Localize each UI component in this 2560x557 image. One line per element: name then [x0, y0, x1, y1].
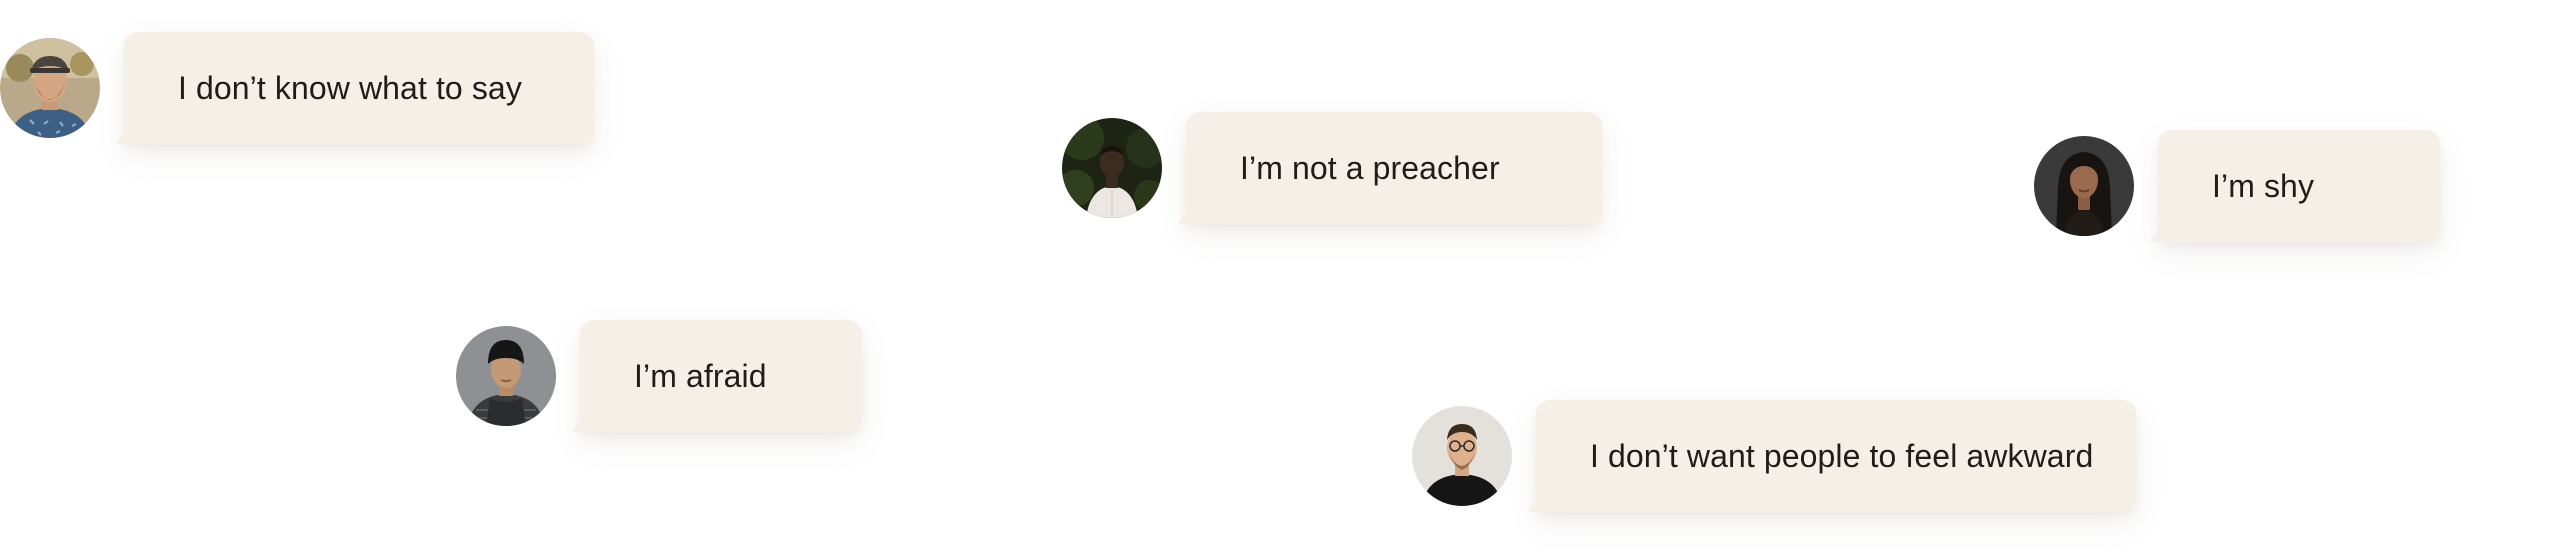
message-item: I’m afraid	[456, 320, 862, 432]
message-bubble: I don’t know what to say	[124, 32, 594, 144]
message-text: I don’t know what to say	[178, 69, 522, 106]
message-bubbles-scene: I don’t know what to say I’m not a preac…	[0, 0, 2560, 557]
man-with-beanie-avatar	[456, 326, 556, 426]
message-text: I’m not a preacher	[1240, 149, 1500, 186]
message-text: I’m shy	[2212, 167, 2315, 204]
message-bubble: I’m shy	[2158, 130, 2440, 242]
message-text: I don’t want people to feel awkward	[1590, 437, 2094, 474]
man-with-glasses-avatar	[1412, 406, 1512, 506]
message-item: I’m not a preacher	[1062, 112, 1602, 224]
message-bubble: I’m not a preacher	[1186, 112, 1602, 224]
message-item: I don’t want people to feel awkward	[1412, 400, 2136, 512]
message-bubble: I’m afraid	[580, 320, 862, 432]
woman-long-hair-avatar	[2034, 136, 2134, 236]
message-bubble: I don’t want people to feel awkward	[1536, 400, 2136, 512]
message-text: I’m afraid	[634, 357, 767, 394]
man-with-cap-avatar	[0, 38, 100, 138]
message-item: I don’t know what to say	[0, 32, 594, 144]
message-item: I’m shy	[2034, 130, 2440, 242]
man-dark-background-avatar	[1062, 118, 1162, 218]
